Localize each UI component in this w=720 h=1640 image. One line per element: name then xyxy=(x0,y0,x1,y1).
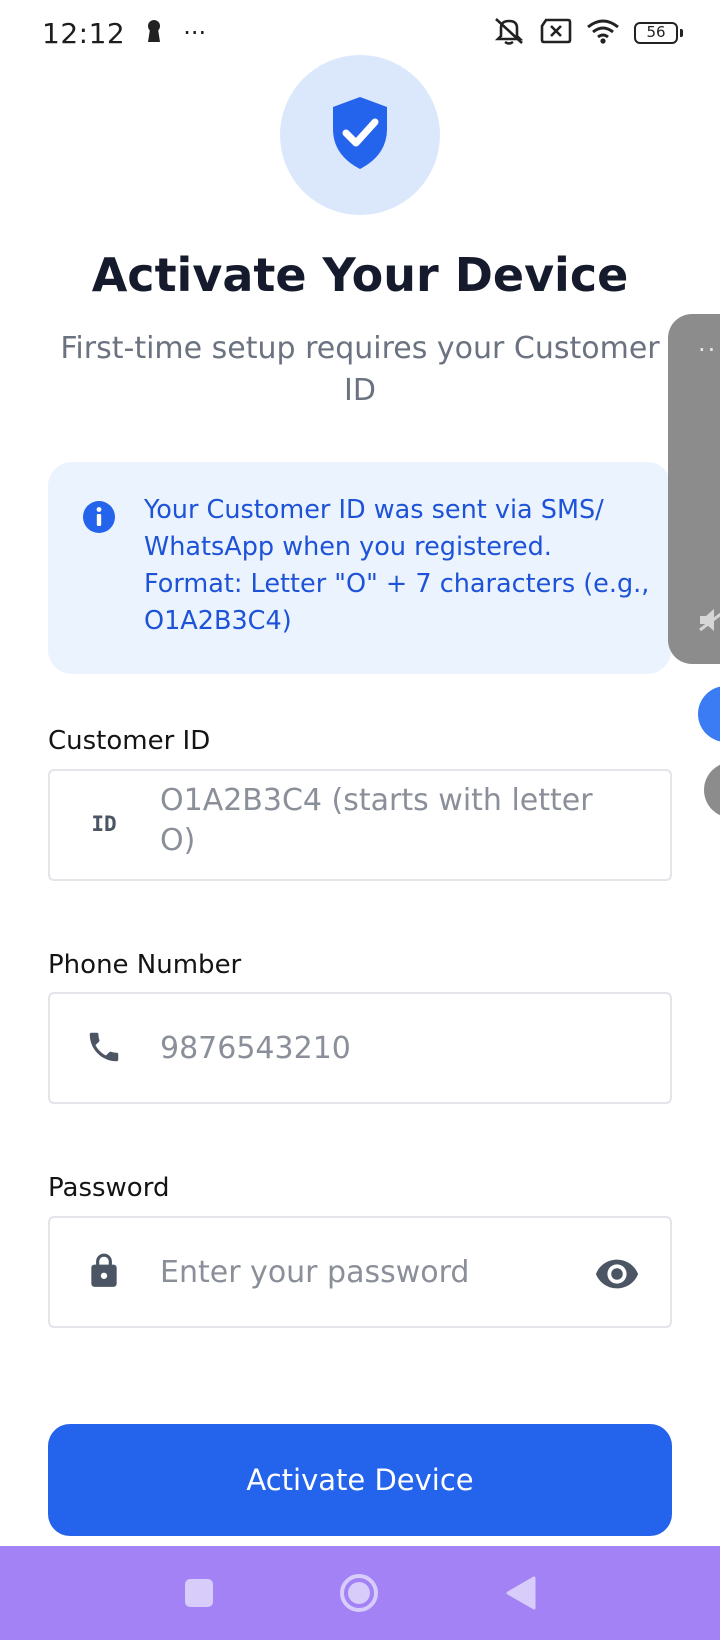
floating-side-panel[interactable]: ·· xyxy=(668,314,720,664)
customer-id-field[interactable]: ID xyxy=(48,769,672,881)
battery-icon: 56 xyxy=(634,22,683,44)
page-subtitle: First-time setup requires your Customer … xyxy=(60,331,660,408)
status-more: ··· xyxy=(183,19,207,47)
activate-device-button[interactable]: Activate Device xyxy=(48,1424,672,1536)
phone-input[interactable] xyxy=(160,1018,630,1078)
status-left: 12:12 ··· xyxy=(42,17,206,50)
shield-check-icon xyxy=(329,95,391,175)
password-input[interactable] xyxy=(160,1242,630,1302)
home-button[interactable] xyxy=(338,1572,380,1614)
status-time: 12:12 xyxy=(42,16,126,50)
sim-off-icon xyxy=(540,18,572,48)
floating-bubble-gray[interactable] xyxy=(704,762,720,818)
wifi-icon xyxy=(586,18,620,48)
mute-icon xyxy=(492,16,526,50)
customer-id-label: Customer ID xyxy=(48,726,211,756)
password-label: Password xyxy=(48,1173,170,1203)
password-field[interactable] xyxy=(48,1216,672,1328)
info-box: Your Customer ID was sent via SMS/ Whats… xyxy=(48,462,671,674)
info-text: Your Customer ID was sent via SMS/ Whats… xyxy=(144,495,650,636)
side-panel-dots: ·· xyxy=(698,336,718,364)
info-icon xyxy=(82,500,116,538)
recents-button[interactable] xyxy=(178,1572,220,1614)
back-button[interactable] xyxy=(500,1572,542,1614)
hero-badge xyxy=(280,55,440,215)
status-right: 56 xyxy=(478,16,683,50)
id-icon: ID xyxy=(84,804,124,844)
floating-bubble-blue[interactable] xyxy=(698,686,720,742)
id-icon-text: ID xyxy=(91,812,117,836)
side-mute-icon xyxy=(698,606,720,638)
page-title: Activate Your Device xyxy=(91,248,629,302)
lock-icon xyxy=(84,1251,124,1291)
phone-label: Phone Number xyxy=(48,950,242,980)
keyhole-icon xyxy=(145,18,163,48)
navigation-bar xyxy=(0,1546,720,1640)
customer-id-input[interactable] xyxy=(160,781,630,869)
phone-field[interactable] xyxy=(48,992,672,1104)
activation-screen: 12:12 ··· 56 Activate Your Device First-… xyxy=(0,0,720,1640)
eye-icon[interactable] xyxy=(594,1251,640,1297)
phone-icon xyxy=(84,1027,124,1067)
